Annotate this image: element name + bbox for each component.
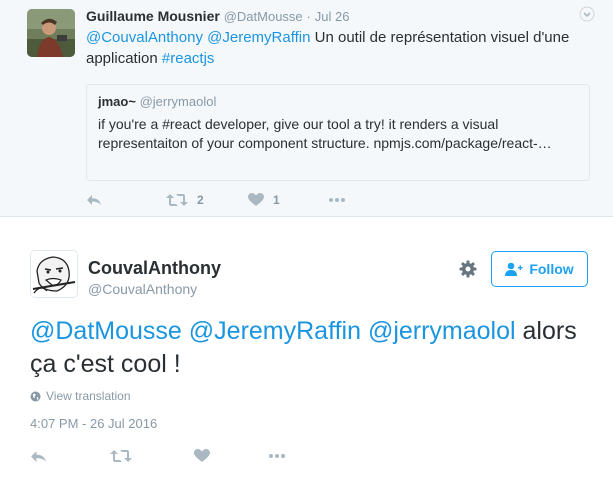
reply-icon bbox=[30, 449, 47, 464]
follow-button-label: Follow bbox=[529, 261, 574, 277]
reply-button[interactable] bbox=[30, 447, 47, 465]
like-count: 1 bbox=[273, 193, 280, 207]
tweet-timestamp[interactable]: 4:07 PM - 26 Jul 2016 bbox=[30, 416, 157, 431]
main-tweet-text: @DatMousse @JeremyRaffin @jerrymaolol al… bbox=[30, 315, 590, 381]
parent-author-avatar[interactable] bbox=[27, 9, 75, 57]
globe-icon bbox=[30, 391, 41, 402]
heart-icon bbox=[194, 449, 210, 463]
main-tweet-actions bbox=[30, 447, 330, 467]
chevron-down-icon[interactable] bbox=[579, 6, 595, 22]
mention-link[interactable]: @DatMousse bbox=[30, 317, 182, 345]
more-icon bbox=[328, 197, 346, 203]
main-author-handle[interactable]: @CouvalAnthony bbox=[88, 281, 197, 297]
heart-icon bbox=[248, 193, 264, 207]
parent-tweet[interactable]: Guillaume Mousnier @DatMousse · Jul 26 @… bbox=[0, 0, 613, 217]
main-author-name[interactable]: CouvalAnthony bbox=[88, 258, 221, 279]
retweet-count: 2 bbox=[197, 193, 204, 207]
reply-button[interactable] bbox=[86, 191, 102, 209]
parent-author-name[interactable]: Guillaume Mousnier bbox=[86, 8, 220, 24]
gear-icon[interactable] bbox=[459, 260, 477, 278]
like-button[interactable]: 1 bbox=[248, 191, 280, 209]
mention-link[interactable]: @CouvalAnthony bbox=[86, 29, 203, 46]
quoted-author-name: jmao~ bbox=[98, 94, 136, 109]
mention-link[interactable]: @JeremyRaffin bbox=[189, 317, 361, 345]
quoted-author-handle: @jerrymaolol bbox=[139, 94, 217, 109]
more-button[interactable] bbox=[328, 191, 346, 209]
reply-icon bbox=[86, 193, 102, 207]
retweet-icon bbox=[110, 449, 132, 463]
main-author-avatar[interactable] bbox=[30, 250, 78, 298]
retweet-button[interactable]: 2 bbox=[166, 191, 204, 209]
view-translation-link[interactable]: View translation bbox=[30, 389, 131, 403]
parent-tweet-header: Guillaume Mousnier @DatMousse · Jul 26 bbox=[86, 8, 349, 24]
follow-user-icon bbox=[505, 262, 523, 276]
quoted-tweet-text: if you're a #react developer, give our t… bbox=[98, 116, 552, 151]
mention-link[interactable]: @jerrymaolol bbox=[368, 317, 516, 345]
parent-author-handle[interactable]: @DatMousse bbox=[224, 9, 303, 24]
like-button[interactable] bbox=[194, 447, 210, 465]
quoted-tweet-card[interactable]: jmao~ @jerrymaolol if you're a #react de… bbox=[86, 84, 590, 181]
parent-tweet-date[interactable]: Jul 26 bbox=[315, 9, 350, 24]
retweet-icon bbox=[166, 193, 188, 207]
mention-link[interactable]: @JeremyRaffin bbox=[207, 29, 310, 46]
quoted-tweet-header: jmao~ @jerrymaolol bbox=[98, 94, 216, 109]
separator-dot: · bbox=[306, 9, 311, 24]
parent-tweet-actions: 2 1 bbox=[86, 191, 386, 209]
more-button[interactable] bbox=[268, 447, 286, 465]
parent-tweet-text: @CouvalAnthony @JeremyRaffin Un outil de… bbox=[86, 27, 586, 69]
follow-button[interactable]: Follow bbox=[491, 251, 588, 287]
hashtag-link[interactable]: #reactjs bbox=[162, 50, 215, 67]
view-translation-label: View translation bbox=[46, 389, 131, 403]
retweet-button[interactable] bbox=[110, 447, 132, 465]
more-icon bbox=[268, 453, 286, 459]
